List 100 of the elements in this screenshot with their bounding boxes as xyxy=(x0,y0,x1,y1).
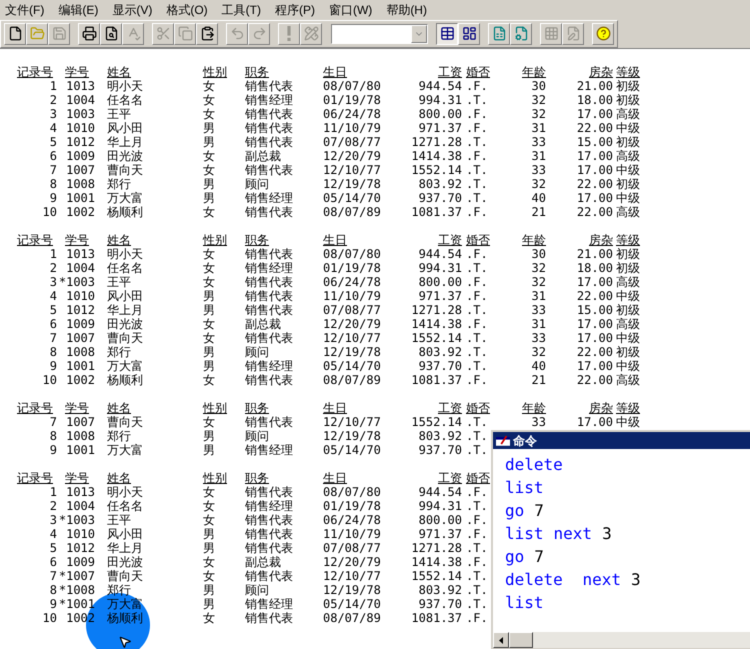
table-cell: 32 xyxy=(532,345,546,359)
menu-item[interactable]: 编辑(E) xyxy=(58,0,98,18)
table-cell: 1010 xyxy=(66,121,95,135)
table-cell: .T. xyxy=(466,597,488,611)
table-cell: 3 xyxy=(50,275,57,289)
column-header: 工资 xyxy=(438,233,462,247)
table-cell: 15.00 xyxy=(576,303,613,317)
table-cell: 任名名 xyxy=(107,93,143,107)
table-cell: 1009 xyxy=(66,555,95,569)
menu-item[interactable]: 文件(F) xyxy=(5,0,44,18)
preview-icon xyxy=(104,26,118,41)
command-number: 7 xyxy=(534,500,544,522)
table-cell: 994.31 xyxy=(418,499,462,513)
table-cell: 17.00 xyxy=(576,275,613,289)
table-cell: 31 xyxy=(532,289,546,303)
table-cell: 8 xyxy=(50,177,57,191)
column-header: 性别 xyxy=(203,233,227,247)
table-cell: 初级 xyxy=(616,177,640,191)
table-cell: 初级 xyxy=(616,247,640,261)
table-cell: 男 xyxy=(203,583,215,597)
table-cell: 销售代表 xyxy=(245,485,293,499)
column-header: 婚否 xyxy=(466,233,490,247)
table-cell: 销售经理 xyxy=(245,499,293,513)
table-cell: 4 xyxy=(50,527,57,541)
table-cell: 33 xyxy=(532,303,546,317)
open-folder-icon xyxy=(30,26,44,41)
command-number: 7 xyxy=(534,546,544,568)
horizontal-scrollbar[interactable] xyxy=(493,632,750,648)
table-cell: 女 xyxy=(203,373,215,387)
redo-icon xyxy=(252,26,266,41)
table-cell: 6 xyxy=(50,317,57,331)
table-cell: 32 xyxy=(532,107,546,121)
table-cell: 副总裁 xyxy=(245,555,281,569)
table-cell: 3 xyxy=(50,107,57,121)
table-cell: 800.00 xyxy=(418,107,462,121)
table-cell: 1010 xyxy=(66,527,95,541)
table-cell: 1552.14 xyxy=(411,163,462,177)
table-cell: .T. xyxy=(466,177,488,191)
menu-item[interactable]: 帮助(H) xyxy=(386,0,427,18)
table-cell: 1001 xyxy=(66,443,95,457)
column-header: 婚否 xyxy=(466,65,490,79)
table-cell: 6 xyxy=(50,555,57,569)
table-cell: 销售代表 xyxy=(245,373,293,387)
table-cell: 22.00 xyxy=(576,205,613,219)
table-cell: 女 xyxy=(203,485,215,499)
dropdown-field[interactable] xyxy=(331,24,428,44)
table-cell: 王平 xyxy=(107,107,131,121)
pencil-ruler-icon xyxy=(304,26,318,41)
table-cell: 5 xyxy=(50,135,57,149)
table-cell: 12/10/77 xyxy=(323,569,381,583)
table-cell: 17.00 xyxy=(576,331,613,345)
table-cell: 男 xyxy=(203,303,215,317)
menu-item[interactable]: 格式(O) xyxy=(166,0,208,18)
table-cell: 22.00 xyxy=(576,373,613,387)
table-cell: 明小天 xyxy=(107,247,143,261)
table-cell: 1552.14 xyxy=(411,569,462,583)
column-header: 等级 xyxy=(616,233,640,247)
sheet-icon xyxy=(492,26,506,41)
table-cell: 32 xyxy=(532,275,546,289)
table-cell: 1004 xyxy=(66,499,95,513)
table-cell: 副总裁 xyxy=(245,317,281,331)
column-header: 职务 xyxy=(245,401,269,415)
menu-item[interactable]: 窗口(W) xyxy=(328,0,372,18)
table-cell: .T. xyxy=(466,345,488,359)
table-cell: 华上月 xyxy=(107,135,143,149)
table-cell: 郑行 xyxy=(107,429,131,443)
table-cell: 风小田 xyxy=(107,527,143,541)
table-cell: 944.54 xyxy=(418,485,462,499)
menu-item[interactable]: 显示(V) xyxy=(112,0,152,18)
table-cell: 男 xyxy=(203,345,215,359)
column-header: 房杂 xyxy=(589,65,613,79)
table-cell: 销售代表 xyxy=(245,541,293,555)
table-cell: 销售代表 xyxy=(245,107,293,121)
table-cell: 田光波 xyxy=(107,555,143,569)
table-cell: 994.31 xyxy=(418,261,462,275)
table-cell: .T. xyxy=(466,429,488,443)
table-cell: .T. xyxy=(466,359,488,373)
scroll-thumb[interactable] xyxy=(509,632,533,648)
column-header: 等级 xyxy=(616,65,640,79)
table-cell: 销售代表 xyxy=(245,289,293,303)
column-header: 年龄 xyxy=(522,65,546,79)
table-cell: 08/07/80 xyxy=(323,247,381,261)
cut-icon xyxy=(156,26,170,41)
table-cell: .T. xyxy=(466,569,488,583)
column-header: 姓名 xyxy=(107,233,131,247)
column-header: 工资 xyxy=(438,65,462,79)
table-cell: 937.70 xyxy=(418,597,462,611)
paste-icon xyxy=(200,26,214,41)
table-cell: 1002 xyxy=(66,205,95,219)
table-cell: .F. xyxy=(466,149,488,163)
command-text-area[interactable]: delete list go 7 list next 3 go 7 delete next 3 list xyxy=(493,449,750,632)
table-cell: 944.54 xyxy=(418,79,462,93)
menu-item[interactable]: 程序(P) xyxy=(274,0,315,18)
toolbar-button[interactable] xyxy=(436,22,458,44)
table-cell: *1003 xyxy=(58,275,95,289)
table-cell: 9 xyxy=(50,191,57,205)
table-cell: .T. xyxy=(466,443,488,457)
table-cell: 男 xyxy=(203,527,215,541)
menu-item[interactable]: 工具(T) xyxy=(222,0,261,18)
table-cell: .F. xyxy=(466,555,488,569)
